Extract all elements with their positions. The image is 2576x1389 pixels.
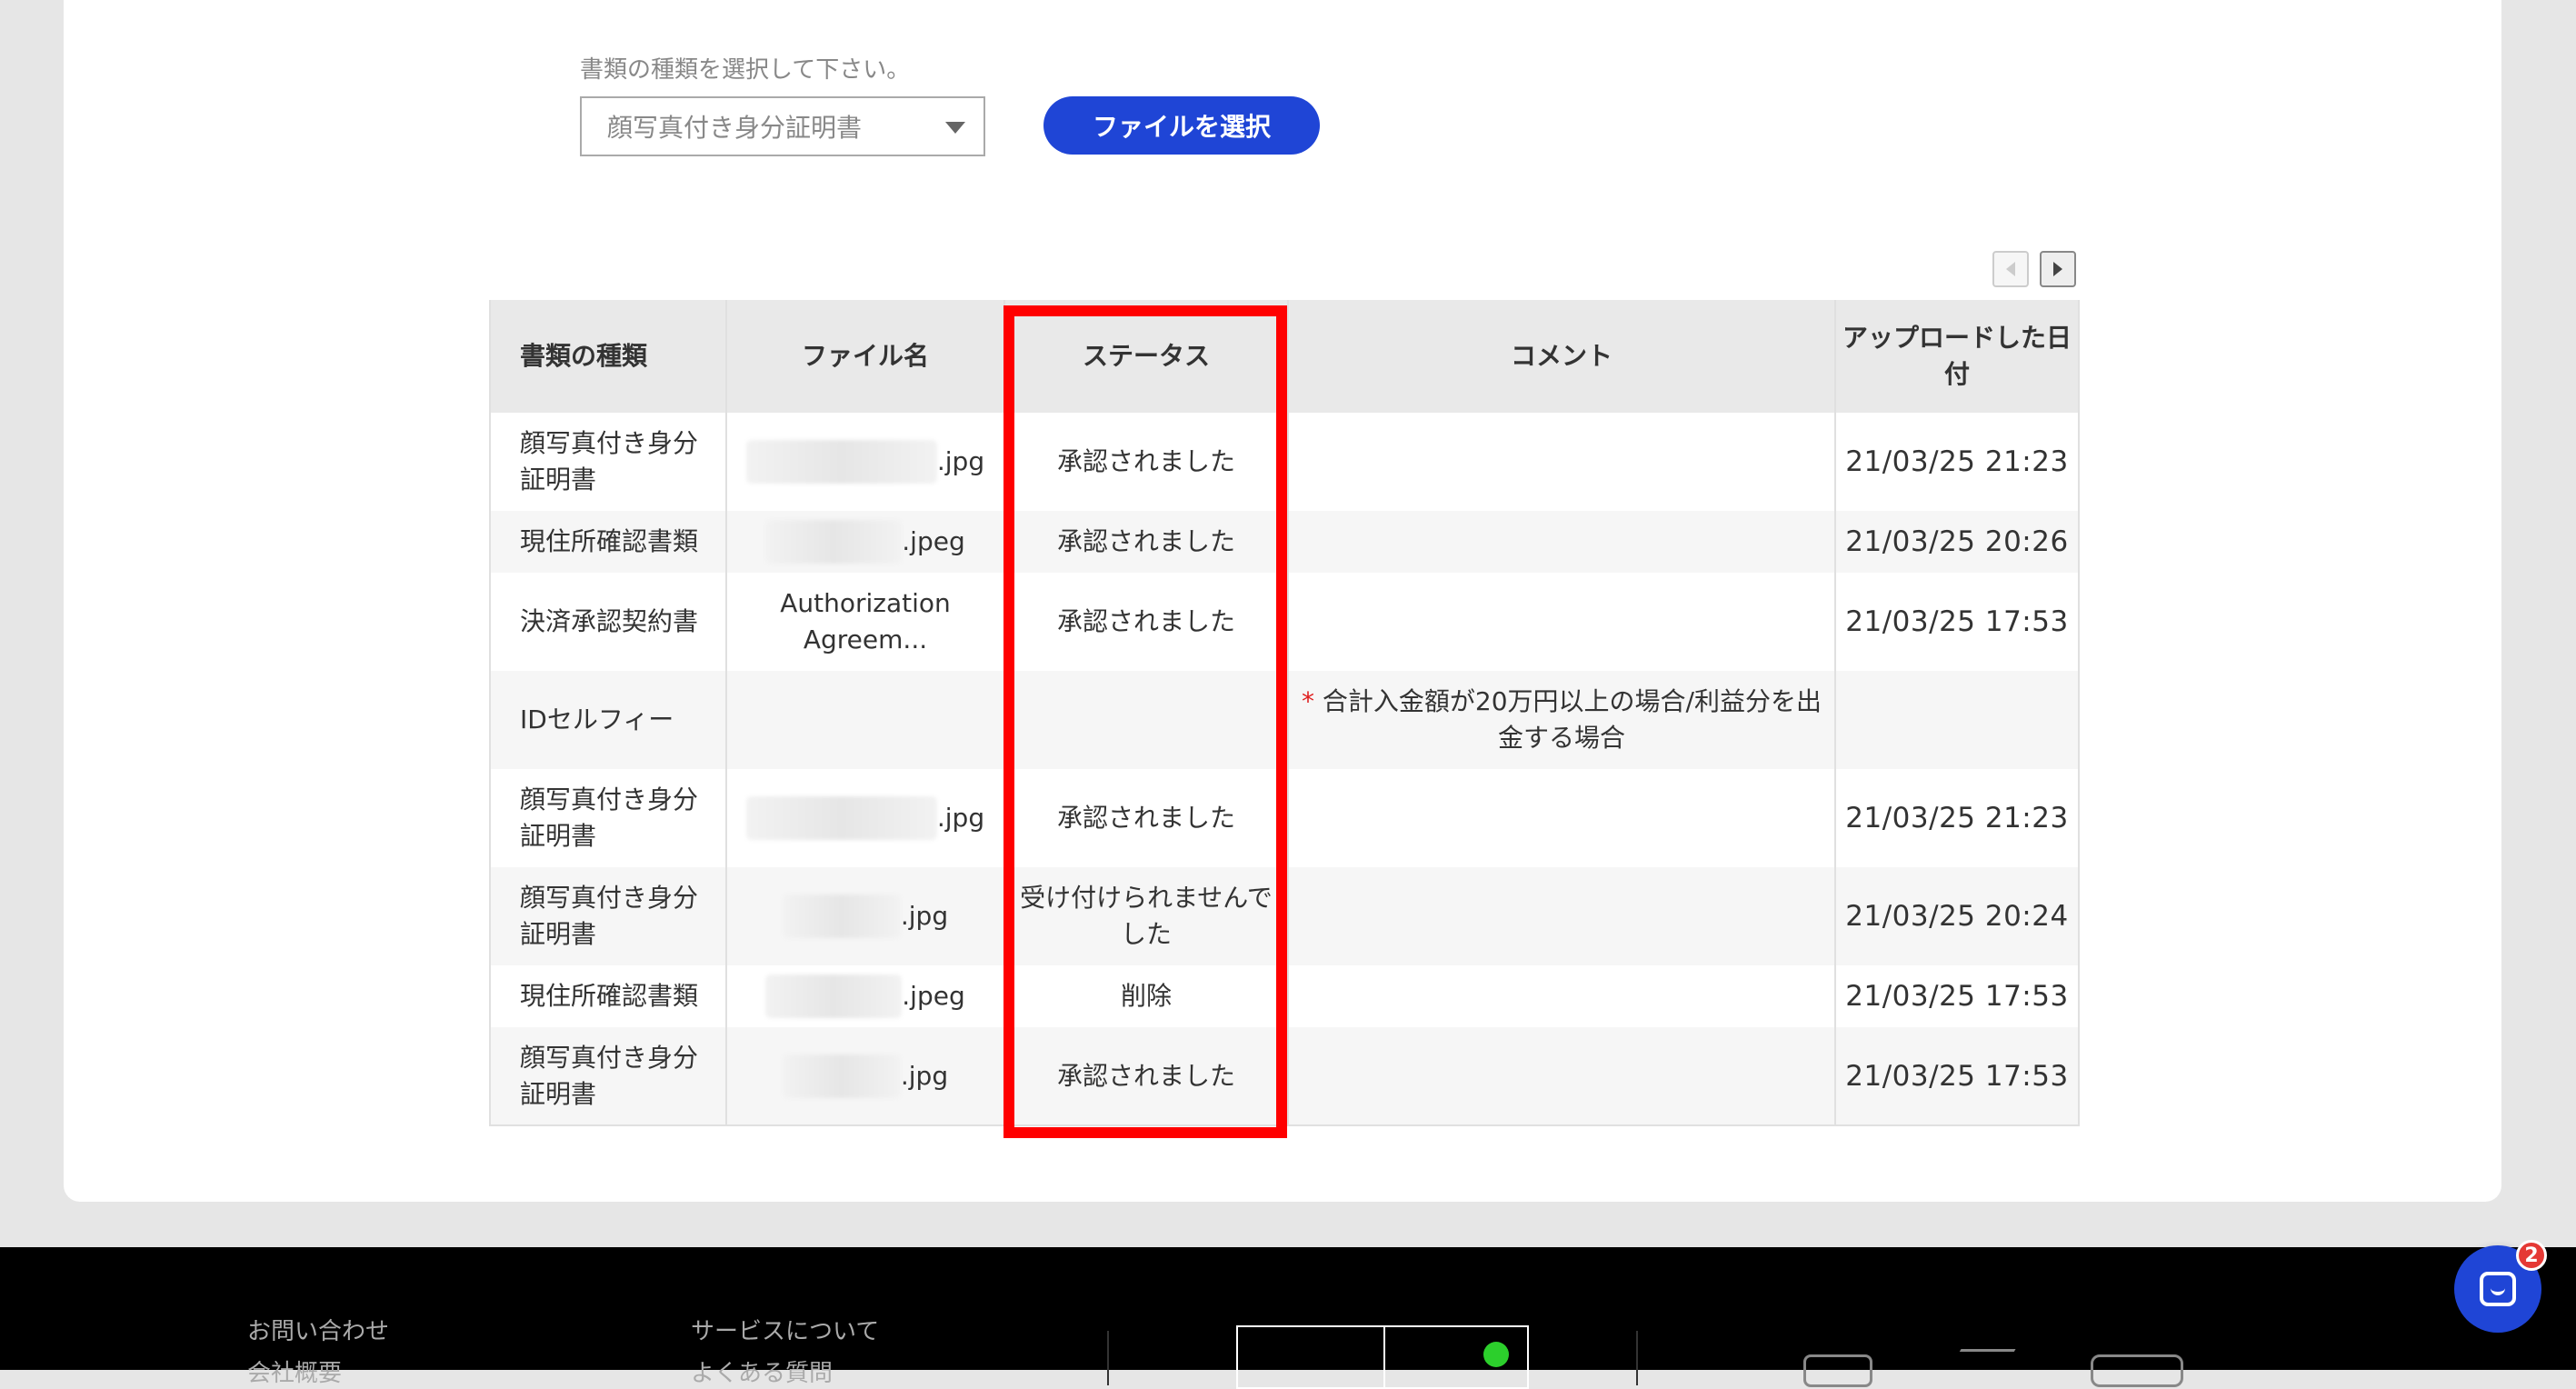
cell-doc-type: 現住所確認書類: [490, 965, 727, 1027]
cell-file-name[interactable]: .jpg: [726, 1027, 1005, 1125]
cell-status: 承認されました: [1004, 769, 1289, 867]
file-extension: .jpg: [900, 901, 949, 931]
cell-date: [1835, 671, 2080, 769]
cell-status: 承認されました: [1004, 1027, 1289, 1125]
arrow-left-icon: [2006, 262, 2015, 276]
redacted-filename: [765, 520, 903, 564]
chat-launcher-button[interactable]: 2: [2454, 1240, 2547, 1333]
header-upload-date: アップロードした日付: [1835, 300, 2080, 413]
cell-status: 削除: [1004, 965, 1289, 1027]
cell-file-name[interactable]: Authorization Agreem...: [726, 573, 1005, 671]
table-row: 顔写真付き身分証明書 .jpg 承認されました 21/03/25 21:23: [490, 413, 2080, 511]
table-row: 決済承認契約書 Authorization Agreem... 承認されました …: [490, 573, 2080, 671]
cell-date: 21/03/25 21:23: [1835, 769, 2080, 867]
redacted-filename: [782, 1054, 901, 1098]
cell-doc-type: 決済承認契約書: [490, 573, 727, 671]
table-row: 現住所確認書類 .jpeg 削除 21/03/25 17:53: [490, 965, 2080, 1027]
redacted-filename: [782, 894, 901, 938]
file-extension: .jpeg: [902, 981, 965, 1011]
cell-doc-type: 顔写真付き身分証明書: [490, 413, 727, 511]
logo-separator: [1383, 1327, 1385, 1387]
footer-divider: [1636, 1331, 1638, 1385]
cell-date: 21/03/25 20:24: [1835, 867, 2080, 965]
pager-prev-button[interactable]: [1992, 251, 2029, 287]
cell-date: 21/03/25 17:53: [1835, 573, 2080, 671]
comment-text: 合計入金額が20万円以上の場合/利益分を出金する場合: [1322, 686, 1822, 753]
cell-comment: [1288, 769, 1836, 867]
cell-doc-type: IDセルフィー: [490, 671, 727, 769]
cell-comment: [1288, 573, 1836, 671]
redacted-filename: [745, 440, 937, 484]
cell-date: 21/03/25 21:23: [1835, 413, 2080, 511]
cell-date: 21/03/25 17:53: [1835, 965, 2080, 1027]
site-footer: お問い合わせ 会社概要 サービスについて よくある質問: [0, 1247, 2576, 1389]
cell-comment: [1288, 1027, 1836, 1125]
cell-comment: * 合計入金額が20万円以上の場合/利益分を出金する場合: [1288, 671, 1836, 769]
header-doc-type: 書類の種類: [490, 300, 727, 413]
cell-doc-type: 顔写真付き身分証明書: [490, 1027, 727, 1125]
cell-comment: [1288, 413, 1836, 511]
file-extension: .jpg: [936, 446, 985, 476]
cell-file-name: [726, 671, 1005, 769]
cell-status: 受け付けられませんでした: [1004, 867, 1289, 965]
redacted-filename: [745, 796, 937, 840]
social-icon[interactable]: [1943, 1349, 2016, 1379]
header-comment: コメント: [1288, 300, 1836, 413]
doc-type-label: 書類の種類を選択して下さい。: [580, 56, 911, 84]
footer-link-contact[interactable]: お問い合わせ: [247, 1313, 389, 1346]
cell-doc-type: 顔写真付き身分証明書: [490, 769, 727, 867]
redacted-filename: [765, 974, 903, 1018]
footer-logo: [1236, 1325, 1529, 1389]
caret-down-icon: [945, 122, 965, 134]
table-row: 顔写真付き身分証明書 .jpg 承認されました 21/03/25 17:53: [490, 1027, 2080, 1125]
cell-file-name[interactable]: .jpg: [726, 867, 1005, 965]
header-status: ステータス: [1004, 300, 1289, 413]
cell-status: 承認されました: [1004, 413, 1289, 511]
documents-table: 書類の種類 ファイル名 ステータス コメント アップロードした日付 顔写真付き身…: [489, 300, 2080, 1126]
doc-type-selected: 顔写真付き身分証明書: [607, 113, 863, 143]
header-file-name: ファイル名: [726, 300, 1005, 413]
doc-type-select[interactable]: 顔写真付き身分証明書: [580, 96, 985, 156]
file-extension: .jpg: [936, 803, 985, 833]
cell-comment: [1288, 965, 1836, 1027]
logo-dot-icon: [1483, 1342, 1509, 1367]
social-icon[interactable]: [2091, 1354, 2183, 1387]
file-extension: .jpeg: [902, 526, 965, 556]
cell-status: 承認されました: [1004, 511, 1289, 573]
social-icon[interactable]: [1803, 1354, 1872, 1387]
cell-file-name[interactable]: .jpeg: [726, 511, 1005, 573]
table-header-row: 書類の種類 ファイル名 ステータス コメント アップロードした日付: [490, 300, 2080, 413]
cell-doc-type: 現住所確認書類: [490, 511, 727, 573]
choose-file-button[interactable]: ファイルを選択: [1043, 96, 1320, 155]
cell-date: 21/03/25 17:53: [1835, 1027, 2080, 1125]
table-row: 現住所確認書類 .jpeg 承認されました 21/03/25 20:26: [490, 511, 2080, 573]
arrow-right-icon: [2053, 262, 2062, 276]
table-row: 顔写真付き身分証明書 .jpg 受け付けられませんでした 21/03/25 20…: [490, 867, 2080, 965]
footer-divider: [1107, 1331, 1109, 1385]
table-row: IDセルフィー * 合計入金額が20万円以上の場合/利益分を出金する場合: [490, 671, 2080, 769]
file-extension: .jpg: [900, 1060, 949, 1091]
cell-status: 承認されました: [1004, 573, 1289, 671]
cell-doc-type: 顔写真付き身分証明書: [490, 867, 727, 965]
cell-file-name[interactable]: .jpg: [726, 769, 1005, 867]
cell-file-name[interactable]: .jpeg: [726, 965, 1005, 1027]
footer-link-company[interactable]: 会社概要: [247, 1354, 342, 1388]
cell-status: [1004, 671, 1289, 769]
table-row: 顔写真付き身分証明書 .jpg 承認されました 21/03/25 21:23: [490, 769, 2080, 867]
notification-badge: 2: [2516, 1240, 2547, 1271]
cell-comment: [1288, 867, 1836, 965]
chat-icon: [2480, 1272, 2516, 1306]
pager-next-button[interactable]: [2040, 251, 2076, 287]
cell-comment: [1288, 511, 1836, 573]
cell-file-name[interactable]: .jpg: [726, 413, 1005, 511]
footer-link-services[interactable]: サービスについて: [691, 1313, 879, 1346]
cell-date: 21/03/25 20:26: [1835, 511, 2080, 573]
footer-link-faq[interactable]: よくある質問: [691, 1354, 833, 1388]
required-asterisk: *: [1302, 686, 1314, 716]
